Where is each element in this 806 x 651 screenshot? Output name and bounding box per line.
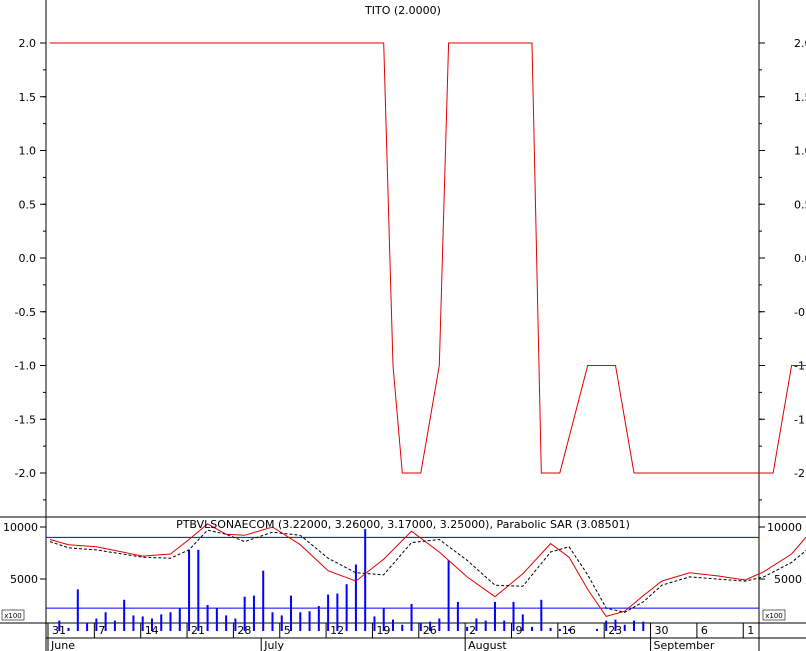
parabolic-sar-line (49, 529, 806, 613)
x-tick-label: 6 (701, 624, 708, 637)
vol-y-tick-label-left: 5000 (10, 573, 38, 586)
x-tick-label: 16 (562, 624, 576, 637)
month-label: July (263, 639, 284, 651)
vol-y-tick-label-left: 10000 (3, 521, 38, 534)
x-tick-label: 19 (376, 624, 390, 637)
y-tick-label-right: 0.0 (794, 252, 806, 265)
tito-line (50, 42, 806, 474)
multiplier-label-right: x100 (765, 612, 783, 620)
volume-panel: 10000 10000 5000 5000 x100 x100 (1, 521, 806, 631)
y-tick-label-right: 1.0 (794, 145, 806, 158)
y-tick-label-left: 2.0 (19, 37, 37, 50)
vol-y-tick-label-right: 10000 (767, 521, 802, 534)
x-tick-label: 5 (284, 624, 291, 637)
x-tick-label: 21 (191, 624, 205, 637)
y-tick-label-left: 0.0 (19, 252, 37, 265)
price-line (49, 523, 806, 617)
x-tick-label: 31 (52, 624, 66, 637)
x-tick-label: 30 (655, 624, 669, 637)
x-tick-label: 28 (237, 624, 251, 637)
x-tick-label: 23 (608, 624, 622, 637)
y-tick-label-left: -1.5 (15, 413, 36, 426)
y-tick-label-right: -0.5 (794, 306, 806, 319)
vol-y-tick-label-right: 5000 (774, 573, 802, 586)
month-label: August (468, 639, 507, 651)
y-tick-label-left: 1.5 (19, 91, 37, 104)
x-tick-label: 26 (423, 624, 437, 637)
tito-panel-title: TITO (2.0000) (364, 4, 441, 17)
x-tick-label: 12 (330, 624, 344, 637)
y-tick-label-right: -1.5 (794, 413, 806, 426)
tito-panel: 2.0 2.0 1.5 1.5 1.0 1.0 0.5 0.5 0.0 0.0 -0.5 -0.5 -1… (15, 37, 806, 501)
y-tick-label-right: 1.5 (794, 91, 806, 104)
volume-panel-title: PTBVLSONAECOM (3.22000, 3.26000, 3.17000… (176, 518, 630, 531)
y-tick-label-right: 0.5 (794, 198, 806, 211)
x-tick-label: 14 (145, 624, 159, 637)
y-tick-label-right: -2.0 (794, 467, 806, 480)
y-tick-label-left: -2.0 (15, 467, 36, 480)
y-tick-label-left: 1.0 (19, 145, 37, 158)
y-tick-label-left: 0.5 (19, 198, 37, 211)
y-tick-label-left: -0.5 (15, 306, 36, 319)
x-tick-label: 7 (98, 624, 105, 637)
y-tick-label-right: 2.0 (794, 37, 806, 50)
x-axis: 31 7 14 21 28 5 12 19 26 2 9 16 23 30 6 1 June July August… (47, 623, 754, 651)
x-tick-label: 9 (516, 624, 523, 637)
y-tick-label-left: -1.0 (15, 360, 36, 373)
month-label: June (50, 639, 75, 651)
chart-canvas: 2.0 2.0 1.5 1.5 1.0 1.0 0.5 0.5 0.0 0.0 -0.5 -0.5 -1… (0, 0, 806, 651)
month-label: September (654, 639, 715, 651)
multiplier-label-left: x100 (4, 612, 22, 620)
x-tick-label: 1 (747, 624, 754, 637)
x-tick-label: 2 (469, 624, 476, 637)
